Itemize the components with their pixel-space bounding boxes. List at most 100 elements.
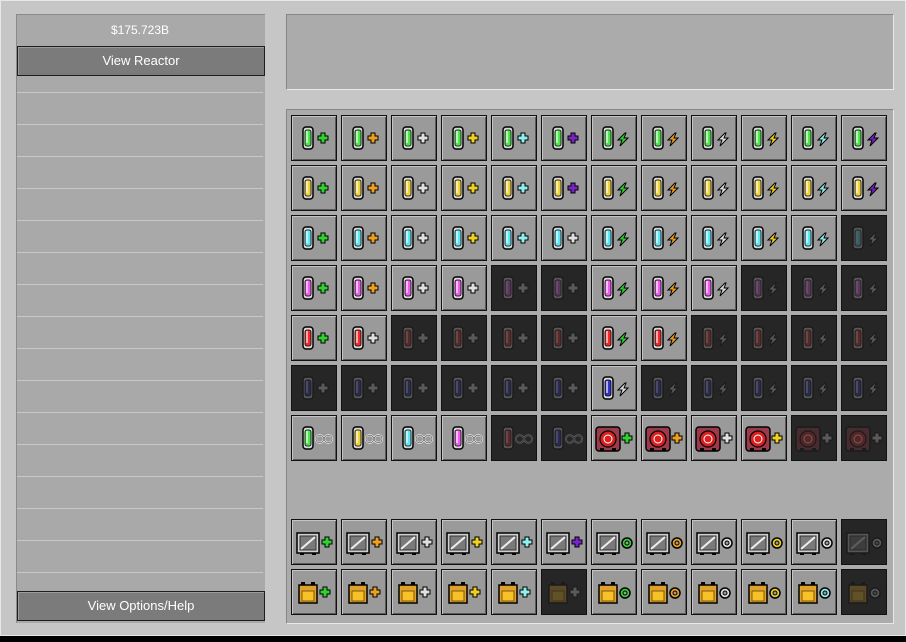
fuel-cell-cyan-bolt-icon[interactable]	[741, 215, 787, 261]
fuel-cell-pink-plus-icon[interactable]	[541, 265, 587, 311]
heat-panel-gear-green-icon[interactable]	[591, 519, 637, 565]
fuel-cell-red-bolt-icon[interactable]	[791, 315, 837, 361]
reactor-vent-green-icon[interactable]	[591, 415, 637, 461]
fuel-cell-cyan-bolt-icon[interactable]	[641, 215, 687, 261]
fuel-cell-pink-plus-icon[interactable]	[441, 265, 487, 311]
fuel-cell-green-bolt-icon[interactable]	[791, 115, 837, 161]
fuel-cell-cyan-plus-icon[interactable]	[441, 215, 487, 261]
fuel-cell-pink-plus-icon[interactable]	[341, 265, 387, 311]
battery-plus-gray-icon[interactable]	[391, 569, 437, 615]
heat-panel-plus-green-icon[interactable]	[291, 519, 337, 565]
fuel-cell-pink-bolt-icon[interactable]	[841, 265, 887, 311]
fuel-cell-purple-bolt-icon[interactable]	[791, 365, 837, 411]
fuel-cell-pink-plus-icon[interactable]	[391, 265, 437, 311]
fuel-cell-pink-bolt-icon[interactable]	[791, 265, 837, 311]
fuel-cell-green-bolt-icon[interactable]	[691, 115, 737, 161]
fuel-cell-yellow-bolt-icon[interactable]	[791, 165, 837, 211]
fuel-cell-yellow-bolt-icon[interactable]	[641, 165, 687, 211]
fuel-cell-cyan-plus-icon[interactable]	[541, 215, 587, 261]
view-reactor-button[interactable]: View Reactor	[17, 46, 265, 76]
fuel-cell-green-bolt-icon[interactable]	[591, 115, 637, 161]
fuel-cell-green-bolt-icon[interactable]	[641, 115, 687, 161]
fuel-cell-cyan-bolt-icon[interactable]	[591, 215, 637, 261]
heat-panel-plus-orange-icon[interactable]	[341, 519, 387, 565]
fuel-cell-green-plus-icon[interactable]	[391, 115, 437, 161]
heat-panel-gear-gray-icon[interactable]	[791, 519, 837, 565]
fuel-cell-green-plus-icon[interactable]	[491, 115, 537, 161]
battery-plus-yellow-icon[interactable]	[441, 569, 487, 615]
heat-panel-gear-yellow-icon[interactable]	[741, 519, 787, 565]
heat-panel-gear-gray-icon[interactable]	[841, 519, 887, 565]
fuel-cell-purple-plus-icon[interactable]	[541, 365, 587, 411]
reactor-vent-gray-icon[interactable]	[791, 415, 837, 461]
battery-plus-gray-icon[interactable]	[541, 569, 587, 615]
battery-plus-cyan-icon[interactable]	[491, 569, 537, 615]
fuel-cell-yellow-bolt-icon[interactable]	[591, 165, 637, 211]
battery-plus-orange-icon[interactable]	[341, 569, 387, 615]
fuel-cell-purple-bolt-icon[interactable]	[841, 365, 887, 411]
battery-plus-green-icon[interactable]	[291, 569, 337, 615]
reactor-vent-gray-icon[interactable]	[691, 415, 737, 461]
fuel-cell-yellow-bolt-icon[interactable]	[691, 165, 737, 211]
heat-panel-plus-gray-icon[interactable]	[391, 519, 437, 565]
fuel-cell-red-infinite-icon[interactable]	[491, 415, 537, 461]
fuel-cell-purple-plus-icon[interactable]	[291, 365, 337, 411]
fuel-cell-green-plus-icon[interactable]	[441, 115, 487, 161]
fuel-cell-yellow-plus-icon[interactable]	[441, 165, 487, 211]
fuel-cell-pink-bolt-icon[interactable]	[741, 265, 787, 311]
fuel-cell-purple-plus-icon[interactable]	[391, 365, 437, 411]
heat-panel-gear-orange-icon[interactable]	[641, 519, 687, 565]
fuel-cell-pink-bolt-icon[interactable]	[691, 265, 737, 311]
battery-gear-cyan-icon[interactable]	[791, 569, 837, 615]
battery-gear-yellow-icon[interactable]	[741, 569, 787, 615]
fuel-cell-yellow-plus-icon[interactable]	[491, 165, 537, 211]
fuel-cell-red-bolt-icon[interactable]	[841, 315, 887, 361]
reactor-vent-yellow-icon[interactable]	[741, 415, 787, 461]
fuel-cell-green-infinite-icon[interactable]	[291, 415, 337, 461]
fuel-cell-red-plus-icon[interactable]	[541, 315, 587, 361]
fuel-cell-pink-bolt-icon[interactable]	[641, 265, 687, 311]
fuel-cell-cyan-plus-icon[interactable]	[291, 215, 337, 261]
fuel-cell-cyan-plus-icon[interactable]	[391, 215, 437, 261]
heat-panel-plus-cyan-icon[interactable]	[491, 519, 537, 565]
fuel-cell-purple-bolt-icon[interactable]	[691, 365, 737, 411]
reactor-vent-gray-icon[interactable]	[841, 415, 887, 461]
fuel-cell-yellow-bolt-icon[interactable]	[741, 165, 787, 211]
fuel-cell-red-plus-icon[interactable]	[441, 315, 487, 361]
heat-panel-gear-gray-icon[interactable]	[691, 519, 737, 565]
fuel-cell-purple-infinite-icon[interactable]	[541, 415, 587, 461]
fuel-cell-green-bolt-icon[interactable]	[741, 115, 787, 161]
fuel-cell-cyan-plus-icon[interactable]	[491, 215, 537, 261]
fuel-cell-cyan-bolt-icon[interactable]	[791, 215, 837, 261]
fuel-cell-cyan-infinite-icon[interactable]	[391, 415, 437, 461]
fuel-cell-red-plus-icon[interactable]	[391, 315, 437, 361]
fuel-cell-pink-plus-icon[interactable]	[291, 265, 337, 311]
fuel-cell-yellow-bolt-icon[interactable]	[841, 165, 887, 211]
fuel-cell-cyan-plus-icon[interactable]	[341, 215, 387, 261]
fuel-cell-green-plus-icon[interactable]	[341, 115, 387, 161]
fuel-cell-yellow-plus-icon[interactable]	[291, 165, 337, 211]
fuel-cell-green-plus-icon[interactable]	[291, 115, 337, 161]
fuel-cell-red-plus-icon[interactable]	[341, 315, 387, 361]
fuel-cell-red-bolt-icon[interactable]	[591, 315, 637, 361]
fuel-cell-red-bolt-icon[interactable]	[741, 315, 787, 361]
battery-gear-orange-icon[interactable]	[641, 569, 687, 615]
fuel-cell-cyan-bolt-icon[interactable]	[691, 215, 737, 261]
fuel-cell-purple-plus-icon[interactable]	[491, 365, 537, 411]
fuel-cell-yellow-infinite-icon[interactable]	[341, 415, 387, 461]
fuel-cell-pink-plus-icon[interactable]	[491, 265, 537, 311]
fuel-cell-purple-bolt-icon[interactable]	[741, 365, 787, 411]
fuel-cell-red-bolt-icon[interactable]	[691, 315, 737, 361]
fuel-cell-pink-bolt-icon[interactable]	[591, 265, 637, 311]
view-options-help-button[interactable]: View Options/Help	[17, 591, 265, 621]
battery-gear-green-icon[interactable]	[591, 569, 637, 615]
fuel-cell-red-plus-icon[interactable]	[291, 315, 337, 361]
fuel-cell-purple-bolt-icon[interactable]	[591, 365, 637, 411]
fuel-cell-red-bolt-icon[interactable]	[641, 315, 687, 361]
fuel-cell-yellow-plus-icon[interactable]	[341, 165, 387, 211]
fuel-cell-green-bolt-icon[interactable]	[841, 115, 887, 161]
heat-panel-plus-purple-icon[interactable]	[541, 519, 587, 565]
fuel-cell-cyan-bolt-icon[interactable]	[841, 215, 887, 261]
fuel-cell-green-plus-icon[interactable]	[541, 115, 587, 161]
fuel-cell-purple-plus-icon[interactable]	[341, 365, 387, 411]
